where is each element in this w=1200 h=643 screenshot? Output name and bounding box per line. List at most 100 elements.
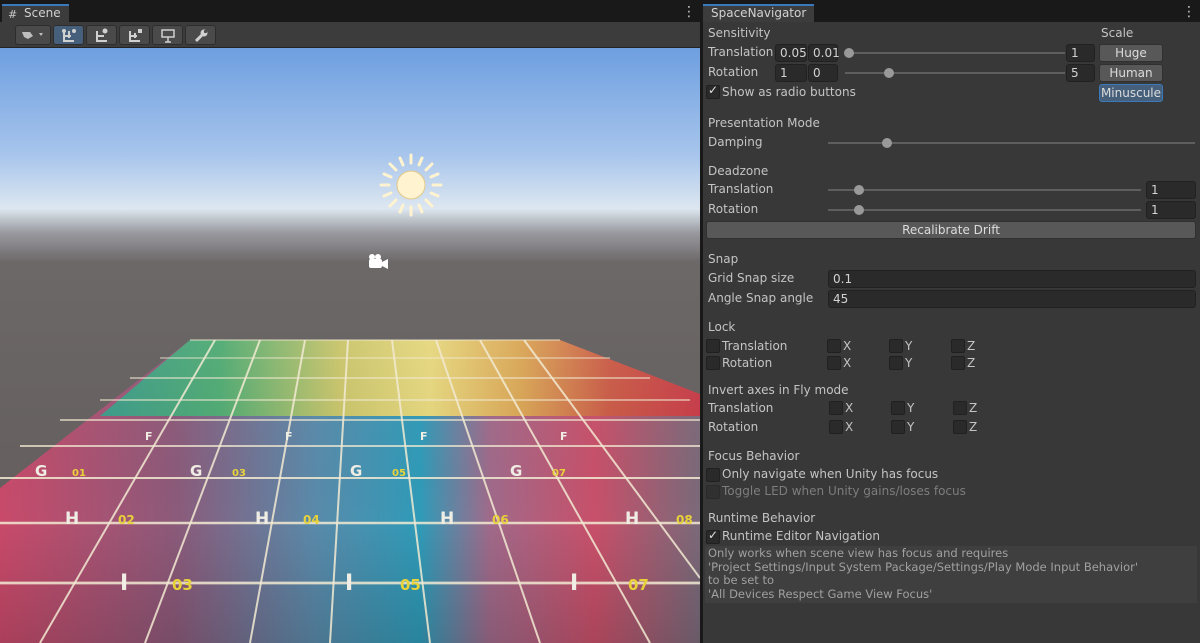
- svg-text:06: 06: [492, 513, 509, 527]
- svg-text:I: I: [345, 571, 353, 596]
- sensitivity-rotation-value-field[interactable]: 0: [808, 64, 838, 82]
- tab-scene[interactable]: # Scene: [2, 4, 69, 22]
- sensitivity-translation-slider-thumb[interactable]: [844, 48, 855, 58]
- deadzone-translation-slider[interactable]: [828, 189, 1141, 191]
- svg-text:03: 03: [232, 468, 246, 479]
- move-tool-button[interactable]: [53, 25, 84, 45]
- tab-spacenavigator[interactable]: SpaceNavigator: [703, 4, 815, 22]
- invert-rotation-x-label: X: [845, 420, 854, 434]
- deadzone-translation-label: Translation: [708, 182, 774, 196]
- rotate-tool-button[interactable]: [86, 25, 117, 45]
- lock-translation-x-label: X: [843, 339, 852, 353]
- angle-snap-label: Angle Snap angle: [708, 291, 814, 305]
- camera-gizmo-icon[interactable]: [369, 254, 388, 269]
- runtime-editor-navigation-checkbox[interactable]: [706, 528, 720, 544]
- scale-tool-button[interactable]: [119, 25, 150, 45]
- draw-mode-dropdown[interactable]: [15, 25, 51, 45]
- show-radio-buttons-label: Show as radio buttons: [722, 85, 856, 99]
- svg-text:07: 07: [628, 576, 649, 594]
- directional-light-sun-icon[interactable]: [379, 153, 443, 217]
- invert-rotation-y-checkbox[interactable]: [891, 420, 905, 434]
- wrench-icon: [194, 29, 208, 43]
- svg-text:03: 03: [172, 576, 193, 594]
- lock-rotation-label: Rotation: [722, 356, 773, 370]
- lock-header: Lock: [708, 320, 736, 334]
- scale-human-button[interactable]: Human: [1099, 64, 1163, 82]
- lock-rotation-y-checkbox[interactable]: [889, 356, 903, 370]
- scene-viewport[interactable]: F F F F G G G G H H H H I I I 01 03 05 0…: [0, 48, 700, 643]
- invert-axes-header: Invert axes in Fly mode: [708, 383, 849, 397]
- sensitivity-translation-label: Translation: [708, 45, 774, 59]
- invert-translation-y-checkbox[interactable]: [891, 401, 905, 415]
- damping-label: Damping: [708, 135, 763, 149]
- lock-translation-z-checkbox[interactable]: [951, 339, 965, 353]
- toggle-led-checkbox[interactable]: [706, 485, 720, 499]
- toggle-led-label: Toggle LED when Unity gains/loses focus: [722, 484, 966, 498]
- svg-text:H: H: [625, 509, 639, 529]
- svg-text:H: H: [440, 509, 454, 529]
- angle-snap-field[interactable]: 45: [828, 290, 1196, 308]
- invert-rotation-label: Rotation: [708, 420, 759, 434]
- view-tool-icon: [22, 32, 43, 39]
- invert-rotation-x-checkbox[interactable]: [829, 420, 843, 434]
- lock-translation-y-checkbox[interactable]: [889, 339, 903, 353]
- lock-rotation-y-label: Y: [905, 356, 913, 370]
- svg-text:I: I: [120, 571, 128, 596]
- deadzone-rotation-field[interactable]: 1: [1146, 201, 1196, 219]
- sensitivity-rotation-max-field[interactable]: 5: [1066, 64, 1095, 82]
- move-gizmo-icon: [62, 29, 76, 42]
- grid-snap-size-label: Grid Snap size: [708, 271, 795, 285]
- lock-translation-x-checkbox[interactable]: [827, 339, 841, 353]
- svg-text:H: H: [65, 509, 79, 529]
- invert-translation-y-label: Y: [907, 401, 915, 415]
- spacenavigator-panel: SpaceNavigator ⋮ Sensitivity Scale Trans…: [703, 4, 1200, 643]
- invert-translation-label: Translation: [708, 401, 774, 415]
- sensitivity-translation-min-field[interactable]: 0.05: [775, 44, 807, 62]
- settings-wrench-button[interactable]: [185, 25, 216, 45]
- svg-text:H: H: [255, 509, 269, 529]
- gizmos-button[interactable]: [152, 25, 183, 45]
- spacenavigator-menu-icon[interactable]: ⋮: [1182, 5, 1196, 20]
- scene-menu-icon[interactable]: ⋮: [682, 5, 696, 20]
- sensitivity-rotation-min-field[interactable]: 1: [775, 64, 807, 82]
- sensitivity-translation-slider[interactable]: [845, 52, 1065, 54]
- lock-rotation-checkbox[interactable]: [706, 356, 720, 370]
- svg-text:G: G: [350, 462, 362, 480]
- invert-translation-x-checkbox[interactable]: [829, 401, 843, 415]
- help-line-1: Only works when scene view has focus and…: [708, 546, 1009, 560]
- scene-panel: # Scene ⋮ F F F F G G G G H H H H I I I …: [0, 4, 700, 643]
- lock-rotation-z-checkbox[interactable]: [951, 356, 965, 370]
- sensitivity-rotation-slider[interactable]: [845, 72, 1065, 74]
- damping-slider-thumb[interactable]: [881, 138, 892, 148]
- lock-rotation-x-checkbox[interactable]: [827, 356, 841, 370]
- svg-text:F: F: [420, 430, 428, 443]
- sensitivity-rotation-slider-thumb[interactable]: [884, 68, 894, 78]
- sensitivity-rotation-label: Rotation: [708, 65, 759, 79]
- scale-gizmo-icon: [129, 29, 142, 42]
- deadzone-header: Deadzone: [708, 164, 769, 178]
- sensitivity-translation-max-field[interactable]: 1: [1066, 44, 1095, 62]
- grid-snap-size-field[interactable]: 0.1: [828, 270, 1196, 288]
- invert-translation-z-checkbox[interactable]: [953, 401, 967, 415]
- show-radio-buttons-checkbox[interactable]: [706, 83, 720, 99]
- svg-text:G: G: [35, 462, 47, 480]
- svg-text:G: G: [190, 462, 202, 480]
- lock-rotation-x-label: X: [843, 356, 852, 370]
- scene-canvas: F F F F G G G G H H H H I I I 01 03 05 0…: [0, 153, 700, 643]
- deadzone-translation-field[interactable]: 1: [1146, 181, 1196, 199]
- scale-minuscule-button[interactable]: Minuscule: [1099, 84, 1163, 102]
- svg-text:05: 05: [392, 468, 406, 479]
- lock-translation-checkbox[interactable]: [706, 339, 720, 353]
- presentation-mode-header: Presentation Mode: [708, 116, 820, 130]
- scale-huge-button[interactable]: Huge: [1099, 44, 1163, 62]
- svg-text:F: F: [560, 430, 568, 443]
- only-navigate-focus-label: Only navigate when Unity has focus: [722, 467, 939, 481]
- deadzone-translation-slider-thumb[interactable]: [854, 185, 865, 195]
- invert-rotation-z-checkbox[interactable]: [953, 420, 967, 434]
- deadzone-rotation-slider[interactable]: [828, 209, 1141, 211]
- sensitivity-translation-value-field[interactable]: 0.01: [808, 44, 840, 62]
- recalibrate-drift-button[interactable]: Recalibrate Drift: [706, 221, 1196, 239]
- scale-header: Scale: [1101, 26, 1134, 40]
- deadzone-rotation-slider-thumb[interactable]: [854, 205, 865, 215]
- only-navigate-focus-checkbox[interactable]: [706, 468, 720, 482]
